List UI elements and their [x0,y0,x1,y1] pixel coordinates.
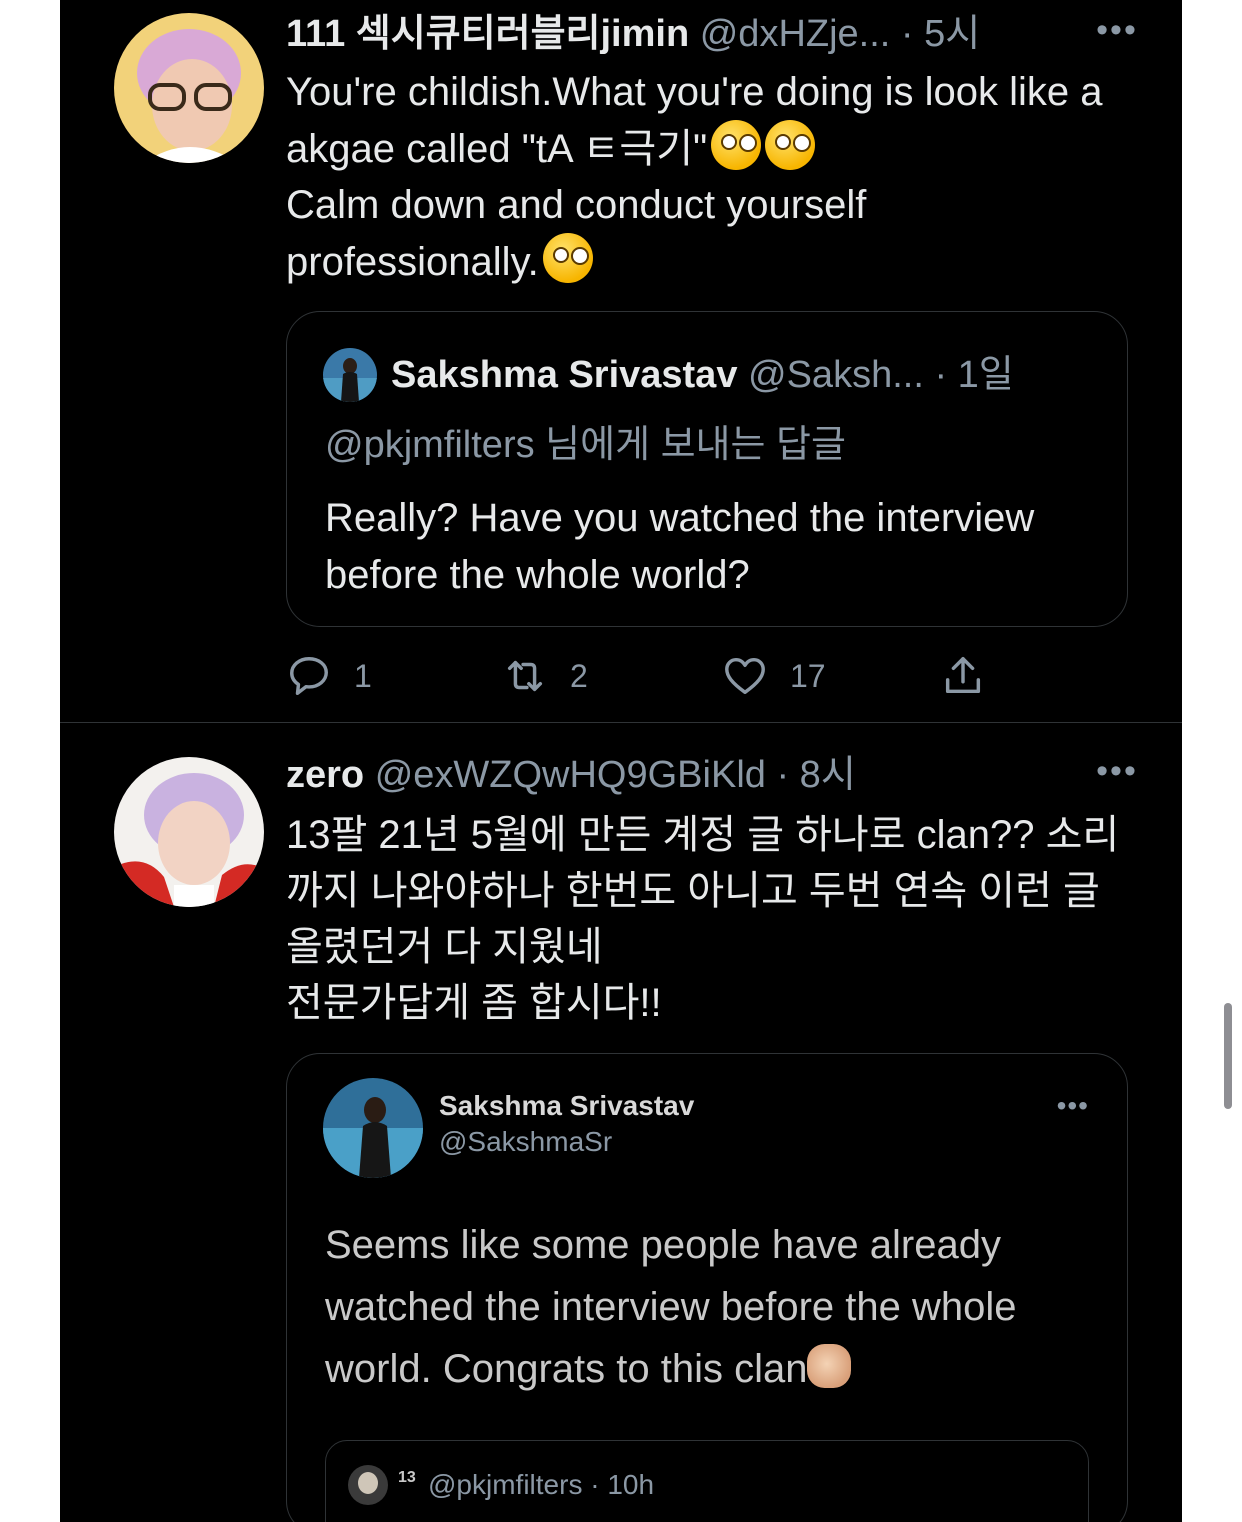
embedded-inner-avatar [348,1465,388,1505]
embedded-text-line: Seems like some people have already watc… [325,1223,1017,1391]
share-button[interactable] [940,646,1008,706]
tweet[interactable]: 111 섹시큐티러블리jimin @dxHZje... · 5시 ••• You… [60,0,1182,723]
tweet[interactable]: zero @exWZQwHQ9GBiKld · 8시 ••• 13팔 21년 5… [60,723,1182,1522]
user-handle[interactable]: @dxHZje... [700,13,891,55]
like-count: 17 [790,657,826,694]
tweet-text: 13팔 21년 5월에 만든 계정 글 하나로 clan?? 소리까지 나와야하… [286,807,1126,1031]
quoted-avatar [323,348,377,402]
scrollbar[interactable] [1224,1003,1232,1109]
embedded-inner-meta: @pkjmfilters · 10h [428,1469,655,1500]
reply-bubble-icon [290,657,328,695]
embedded-avatar [323,1078,423,1178]
retweet-button[interactable]: 2 [502,646,588,706]
embedded-handle: @SakshmaSr [439,1126,613,1157]
embedded-display-name: Sakshma Srivastav [439,1090,695,1121]
share-icon [945,657,981,694]
reply-button[interactable]: 1 [286,646,372,706]
like-button[interactable]: 17 [722,646,826,706]
zany-face-emoji-icon [711,120,762,170]
quoted-text: Really? Have you watched the interview b… [325,496,1035,597]
quoted-timestamp: · 1일 [934,354,1014,396]
quoted-handle: @Saksh... [748,354,924,396]
display-name[interactable]: 111 섹시큐티러블리jimin [286,13,689,55]
tweet-text: You're childish.What you're doing is loo… [286,64,1126,290]
reply-count: 1 [354,657,372,694]
embedded-text: Seems like some people have already watc… [325,1214,1085,1400]
embedded-screenshot-card[interactable]: Sakshma Srivastav @SakshmaSr ••• Seems l… [286,1053,1128,1522]
embedded-inner-count: 13 [398,1469,416,1486]
timestamp[interactable]: · 8시 [776,754,855,796]
tweet-text-line: 13팔 21년 5월에 만든 계정 글 하나로 clan?? 소리까지 나와야하… [286,813,1120,969]
tweet-header: zero @exWZQwHQ9GBiKld · 8시 ••• [286,751,1142,799]
reply-to-label: @pkjmfilters 님에게 보내는 답글 [325,424,846,466]
embedded-inner-quote: 13 @pkjmfilters · 10h [325,1440,1089,1522]
zany-face-emoji-icon [765,120,816,170]
tweet-text-line: You're childish.What you're doing is loo… [286,70,1114,171]
user-handle[interactable]: @exWZQwHQ9GBiKld [375,754,766,796]
winking-tongue-emoji-icon [542,233,593,283]
retweet-count: 2 [570,657,588,694]
quoted-header: Sakshma Srivastav @Saksh... · 1일 [391,350,1087,400]
avatar[interactable] [114,13,264,163]
more-options-icon[interactable]: ••• [1092,10,1142,58]
tweet-actions: 1 2 17 [286,646,1086,706]
embedded-more-icon: ••• [1056,1090,1089,1121]
quoted-display-name: Sakshma Srivastav [391,354,738,396]
timestamp[interactable]: · 5시 [901,13,980,55]
tweet-header: 111 섹시큐티러블리jimin @dxHZje... · 5시 ••• [286,10,1142,58]
more-options-icon[interactable]: ••• [1092,751,1142,799]
timeline-feed: 111 섹시큐티러블리jimin @dxHZje... · 5시 ••• You… [60,0,1182,1522]
clapping-hands-emoji-icon [807,1344,852,1388]
avatar[interactable] [114,757,264,907]
display-name[interactable]: zero [286,754,364,796]
tweet-text-line: 전문가답게 좀 합시다!! [286,981,662,1025]
heart-icon [725,657,765,695]
quoted-tweet[interactable]: Sakshma Srivastav @Saksh... · 1일 @pkjmfi… [286,311,1128,627]
retweet-icon [507,660,543,692]
